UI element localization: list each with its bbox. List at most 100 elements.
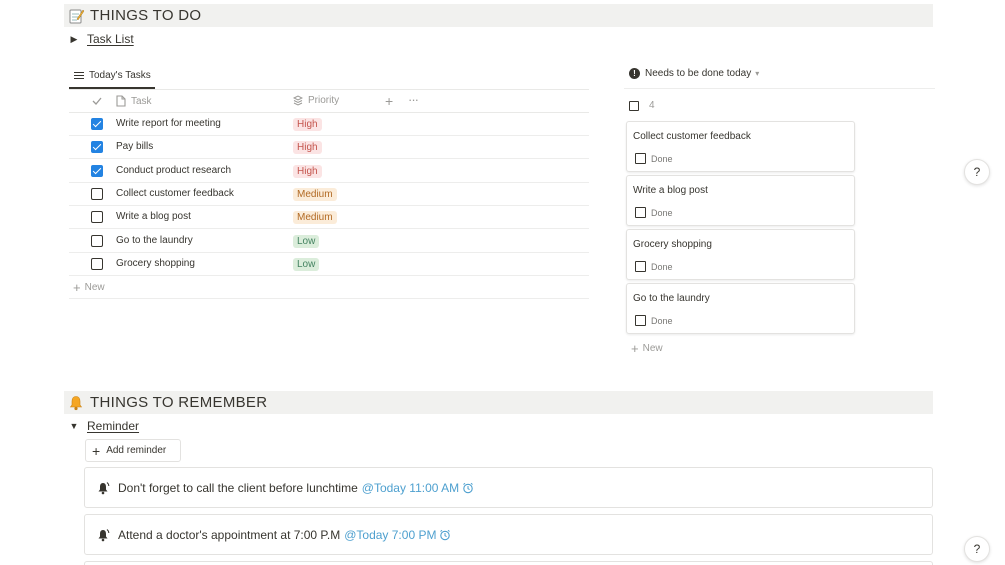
checkbox-icon[interactable] bbox=[635, 153, 646, 164]
multi-select-icon bbox=[293, 95, 303, 106]
add-column-icon[interactable]: + bbox=[385, 93, 393, 109]
new-label: New bbox=[642, 343, 663, 354]
count-label: 4 bbox=[649, 100, 655, 111]
add-reminder-label: Add reminder bbox=[106, 445, 167, 456]
task-title[interactable]: Collect customer feedback bbox=[116, 188, 234, 199]
table-row[interactable]: Write a blog post Medium bbox=[69, 206, 589, 230]
new-label: New bbox=[84, 282, 105, 293]
help-label: ? bbox=[973, 542, 981, 556]
board-card[interactable]: Grocery shopping Done bbox=[626, 229, 855, 280]
table-row[interactable]: Write report for meeting High bbox=[69, 113, 589, 136]
priority-tag[interactable]: Low bbox=[293, 257, 320, 271]
task-title[interactable]: Go to the laundry bbox=[116, 235, 193, 246]
task-title[interactable]: Write a blog post bbox=[116, 211, 191, 222]
date-mention[interactable]: @Today 7:00 PM bbox=[344, 528, 436, 542]
reminder-text[interactable]: Attend a doctor's appointment at 7:00 P.… bbox=[118, 528, 340, 542]
task-checkbox[interactable] bbox=[91, 211, 103, 224]
task-checkbox[interactable] bbox=[91, 118, 103, 130]
checkbox-icon[interactable] bbox=[635, 315, 646, 326]
table-row[interactable]: Go to the laundry Low bbox=[69, 230, 589, 253]
table-row[interactable]: Conduct product research High bbox=[69, 160, 589, 183]
priority-tag[interactable]: Medium bbox=[293, 211, 337, 225]
done-checkbox[interactable]: Done bbox=[635, 315, 673, 326]
memo-icon bbox=[69, 9, 84, 23]
task-title[interactable]: Write report for meeting bbox=[116, 118, 221, 129]
triangle-down-icon[interactable]: ▼ bbox=[69, 421, 79, 431]
card-title[interactable]: Go to the laundry bbox=[633, 293, 710, 304]
help-label: ? bbox=[973, 165, 981, 179]
priority-tag[interactable]: High bbox=[293, 164, 322, 178]
task-title[interactable]: Grocery shopping bbox=[116, 258, 195, 269]
reminder-text[interactable]: Don't forget to call the client before l… bbox=[118, 481, 358, 495]
priority-tag[interactable]: High bbox=[293, 118, 322, 131]
done-label: Done bbox=[651, 261, 673, 272]
board-new-button[interactable]: + New bbox=[631, 341, 663, 356]
reminder-card-partial bbox=[84, 561, 933, 565]
reminder-toggle[interactable]: ▼ Reminder bbox=[69, 419, 140, 433]
tab-label: Today's Tasks bbox=[89, 70, 151, 81]
alarm-clock-icon[interactable] bbox=[462, 482, 474, 494]
task-title[interactable]: Pay bills bbox=[116, 141, 153, 152]
plus-icon: + bbox=[73, 280, 81, 295]
done-label: Done bbox=[651, 315, 673, 326]
priority-tag[interactable]: Low bbox=[293, 234, 320, 248]
chevron-down-icon[interactable]: ▾ bbox=[755, 69, 759, 78]
reminder-callout[interactable]: Attend a doctor's appointment at 7:00 P.… bbox=[84, 514, 933, 555]
task-checkbox[interactable] bbox=[91, 257, 103, 270]
priority-tag[interactable]: Medium bbox=[293, 187, 337, 201]
help-button[interactable]: ? bbox=[964, 536, 990, 562]
plus-icon: + bbox=[631, 341, 639, 356]
things-to-do-header: THINGS TO DO bbox=[64, 4, 933, 27]
add-reminder-button[interactable]: + Add reminder bbox=[85, 439, 181, 462]
done-checkbox[interactable]: Done bbox=[635, 153, 673, 164]
task-title[interactable]: Conduct product research bbox=[116, 165, 231, 176]
reminder-callout[interactable]: Don't forget to call the client before l… bbox=[84, 467, 933, 508]
table-row[interactable]: Pay bills High bbox=[69, 136, 589, 160]
section-title: THINGS TO REMEMBER bbox=[90, 394, 268, 411]
exclamation-icon: ! bbox=[629, 68, 640, 79]
triangle-right-icon[interactable]: ▶ bbox=[69, 34, 79, 45]
toggle-label[interactable]: Reminder bbox=[87, 419, 139, 433]
table-new-button[interactable]: + New bbox=[73, 280, 105, 295]
card-title[interactable]: Write a blog post bbox=[633, 185, 708, 196]
done-checkbox[interactable]: Done bbox=[635, 207, 673, 218]
help-button[interactable]: ? bbox=[964, 159, 990, 185]
task-checkbox[interactable] bbox=[91, 141, 103, 154]
card-title[interactable]: Grocery shopping bbox=[633, 239, 712, 250]
task-column-header[interactable]: Task bbox=[116, 95, 152, 107]
tab-todays-tasks[interactable]: Today's Tasks bbox=[69, 64, 155, 89]
board-card[interactable]: Collect customer feedback Done bbox=[626, 121, 855, 172]
list-icon bbox=[74, 71, 84, 80]
divider bbox=[69, 298, 589, 299]
board-group-count: 4 bbox=[629, 100, 655, 111]
toggle-label[interactable]: Task List bbox=[87, 32, 134, 46]
card-title[interactable]: Collect customer feedback bbox=[633, 131, 751, 142]
checkbox-icon[interactable] bbox=[635, 261, 646, 272]
task-checkbox[interactable] bbox=[91, 187, 103, 200]
board-card[interactable]: Write a blog post Done bbox=[626, 175, 855, 226]
alarm-clock-icon[interactable] bbox=[439, 529, 451, 541]
priority-column-header[interactable]: Priority bbox=[293, 95, 339, 106]
task-list-toggle[interactable]: ▶ Task List bbox=[69, 32, 134, 46]
done-label: Done bbox=[651, 207, 673, 218]
done-checkbox[interactable]: Done bbox=[635, 261, 673, 272]
document-icon bbox=[116, 95, 126, 107]
column-label: Priority bbox=[308, 95, 340, 106]
board-group-header[interactable]: ! Needs to be done today ▾ bbox=[629, 68, 759, 79]
date-mention[interactable]: @Today 11:00 AM bbox=[362, 481, 459, 495]
priority-tag[interactable]: High bbox=[293, 141, 322, 155]
bell-ringing-icon bbox=[98, 528, 110, 541]
task-checkbox[interactable] bbox=[91, 234, 103, 247]
bell-ringing-icon bbox=[98, 481, 110, 494]
task-checkbox[interactable] bbox=[91, 164, 103, 177]
board-card[interactable]: Go to the laundry Done bbox=[626, 283, 855, 334]
more-options-icon[interactable]: ··· bbox=[408, 92, 419, 107]
table-row[interactable]: Grocery shopping Low bbox=[69, 253, 589, 276]
table-row[interactable]: Collect customer feedback Medium bbox=[69, 183, 589, 206]
plus-icon: + bbox=[92, 442, 101, 459]
checkbox-icon[interactable] bbox=[635, 207, 646, 218]
table-header: Task Priority + ··· bbox=[69, 90, 589, 113]
check-column-icon[interactable] bbox=[91, 95, 103, 107]
board-title: Needs to be done today bbox=[645, 68, 752, 79]
divider bbox=[624, 88, 935, 89]
